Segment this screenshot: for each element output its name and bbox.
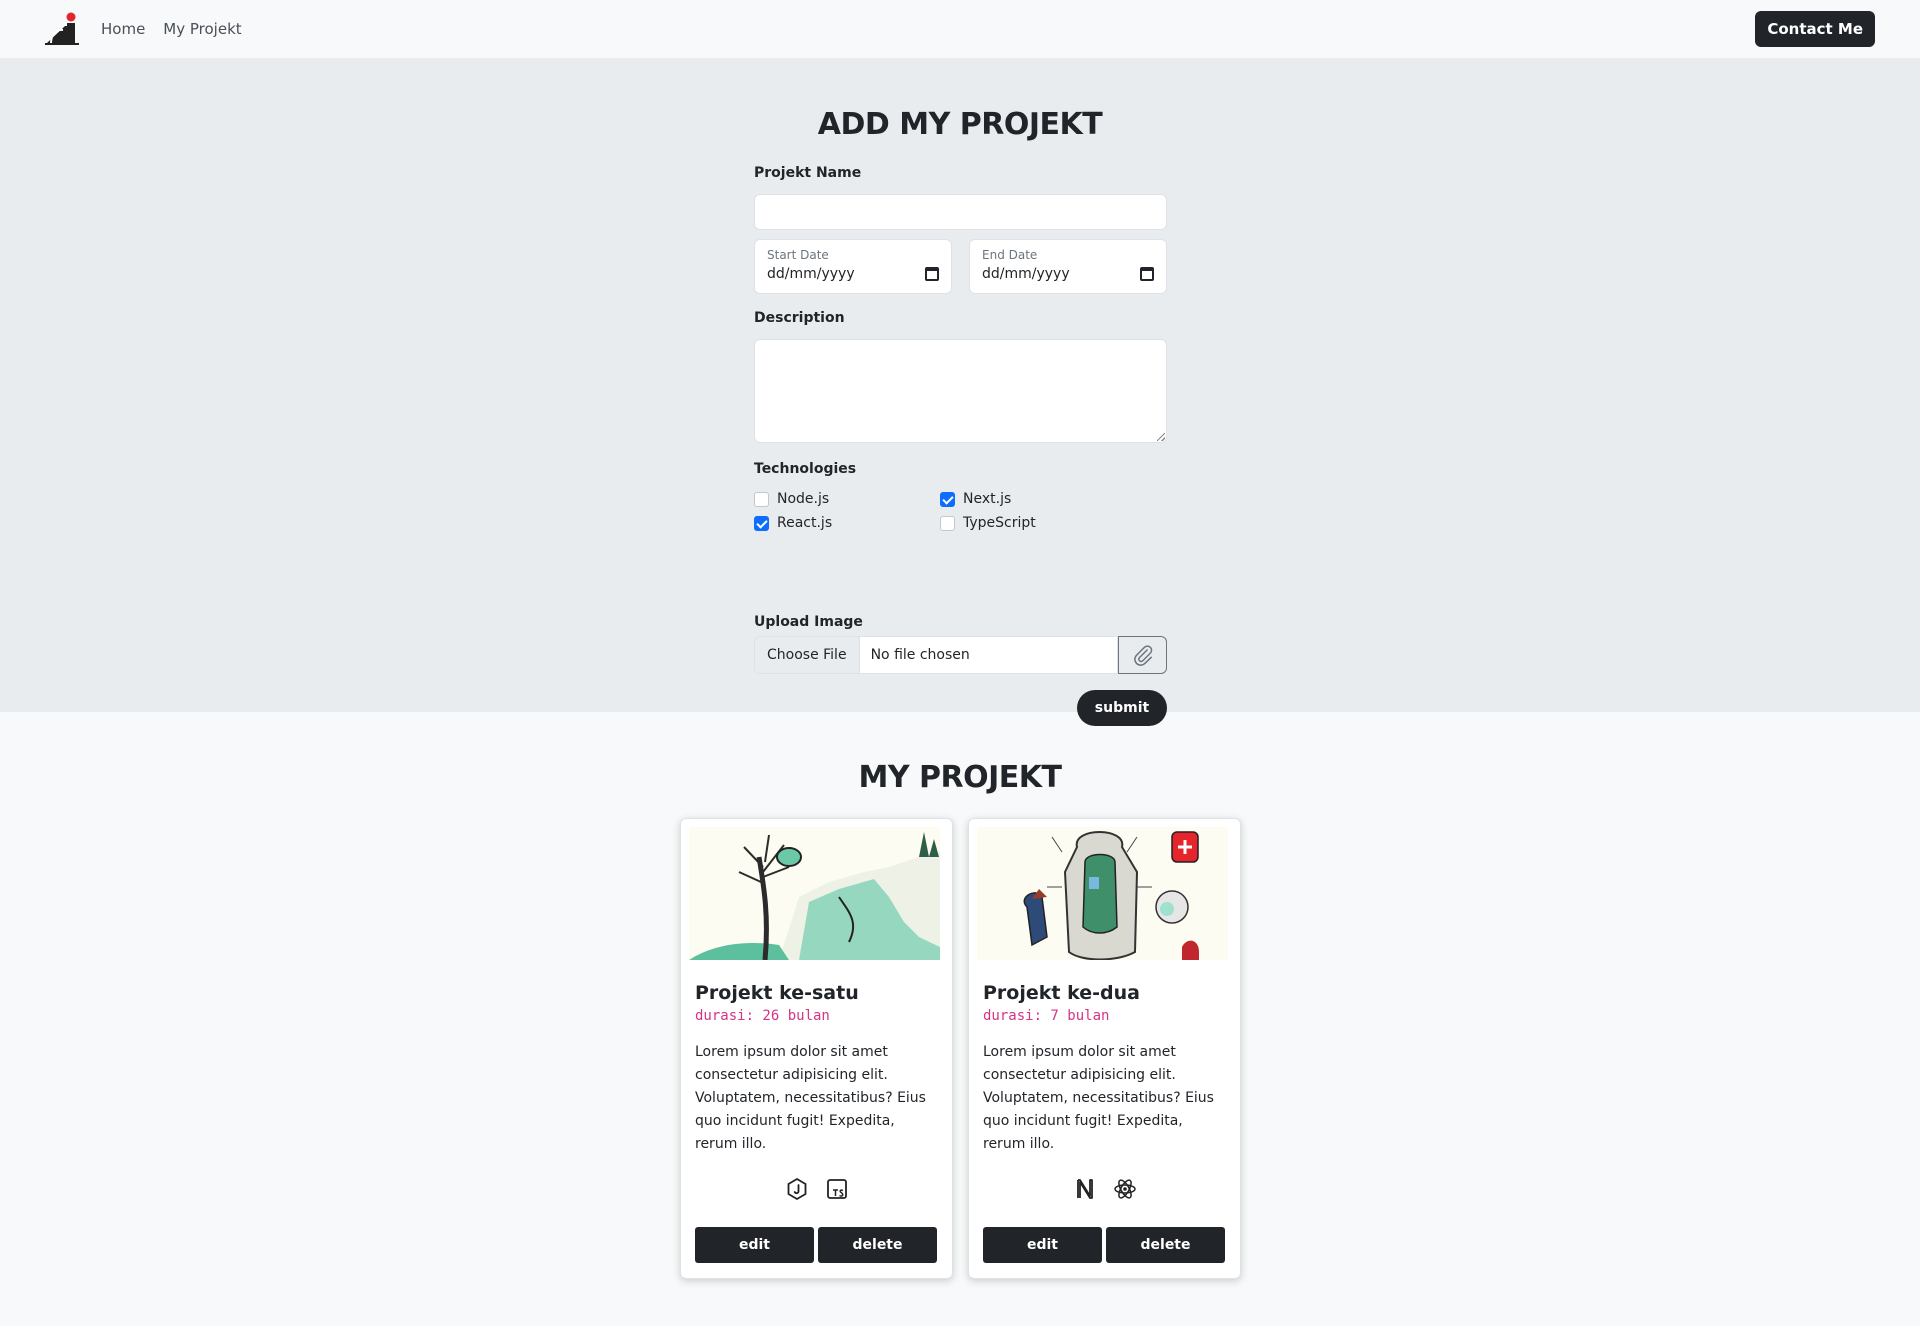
project-title: Projekt ke-satu <box>695 982 859 1004</box>
brand-logo[interactable] <box>45 12 79 46</box>
project-description: Lorem ipsum dolor sit amet consectetur a… <box>983 1044 1214 1152</box>
project-description: Lorem ipsum dolor sit amet consectetur a… <box>695 1044 926 1152</box>
technologies-label: Technologies <box>754 461 857 477</box>
project-image[interactable] <box>977 827 1228 960</box>
project-tech-icons <box>681 1177 952 1201</box>
checkbox-label: React.js <box>777 515 833 531</box>
checkbox[interactable] <box>754 491 769 507</box>
nextjs-icon <box>1076 1179 1093 1199</box>
end-date-label: End Date <box>982 248 1038 262</box>
nav-link-home[interactable]: Home <box>101 20 145 38</box>
project-duration: durasi: 7 bulan <box>983 1008 1110 1024</box>
checkbox-label: Next.js <box>963 491 1012 507</box>
navbar: Home My Projekt Contact Me <box>0 0 1920 59</box>
edit-button[interactable]: edit <box>695 1227 814 1263</box>
file-input[interactable]: Choose File No file chosen <box>754 636 1118 674</box>
checkbox[interactable] <box>940 491 955 507</box>
project-tech-icons <box>969 1177 1240 1201</box>
start-date-label: Start Date <box>767 248 829 262</box>
file-upload-group: Choose File No file chosen <box>754 636 1167 674</box>
react-icon <box>1113 1179 1136 1199</box>
end-date-field[interactable]: End Date dd/mm/yyyy <box>969 239 1167 294</box>
start-date-value: dd/mm/yyyy <box>767 266 855 282</box>
choose-file-button[interactable]: Choose File <box>755 637 860 673</box>
projects-title: MY PROJEKT <box>858 760 1062 795</box>
javascript-icon <box>787 1177 806 1201</box>
contact-me-button[interactable]: Contact Me <box>1755 11 1875 47</box>
checkbox[interactable] <box>754 515 769 531</box>
typescript-icon <box>826 1179 847 1199</box>
delete-button[interactable]: delete <box>1106 1227 1225 1263</box>
project-card: Projekt ke-dua durasi: 7 bulan Lorem ips… <box>968 818 1241 1279</box>
tech-checkbox-nextjs[interactable]: Next.js <box>940 491 1011 507</box>
submit-button[interactable]: submit <box>1077 690 1167 726</box>
project-image[interactable] <box>689 827 940 960</box>
edit-button[interactable]: edit <box>983 1227 1102 1263</box>
tech-checkbox-nodejs[interactable]: Node.js <box>754 491 829 507</box>
description-label: Description <box>754 310 845 326</box>
add-projekt-section: ADD MY PROJEKT Projekt Name Start Date d… <box>0 59 1920 726</box>
nav-link-my-projekt[interactable]: My Projekt <box>163 20 241 38</box>
end-date-value: dd/mm/yyyy <box>982 266 1070 282</box>
checkbox[interactable] <box>940 515 955 531</box>
tech-checkbox-typescript[interactable]: TypeScript <box>940 515 1036 531</box>
paperclip-icon <box>1133 645 1152 666</box>
project-title: Projekt ke-dua <box>983 982 1140 1004</box>
upload-image-label: Upload Image <box>754 614 863 630</box>
description-textarea[interactable] <box>754 339 1167 443</box>
project-card: Projekt ke-satu durasi: 26 bulan Lorem i… <box>680 818 953 1279</box>
checkbox-label: TypeScript <box>963 515 1036 531</box>
form-title: ADD MY PROJEKT <box>817 107 1103 142</box>
calendar-icon[interactable] <box>925 267 939 281</box>
projekt-name-label: Projekt Name <box>754 165 862 181</box>
tech-checkbox-reactjs[interactable]: React.js <box>754 515 832 531</box>
delete-button[interactable]: delete <box>818 1227 937 1263</box>
calendar-icon[interactable] <box>1140 267 1154 281</box>
textarea-resize-handle[interactable] <box>1157 433 1165 441</box>
project-duration: durasi: 26 bulan <box>695 1008 830 1024</box>
checkbox-label: Node.js <box>777 491 830 507</box>
file-status-text: No file chosen <box>870 647 970 663</box>
projekt-name-input[interactable] <box>754 194 1167 230</box>
start-date-field[interactable]: Start Date dd/mm/yyyy <box>754 239 952 294</box>
attach-button[interactable] <box>1118 636 1167 674</box>
